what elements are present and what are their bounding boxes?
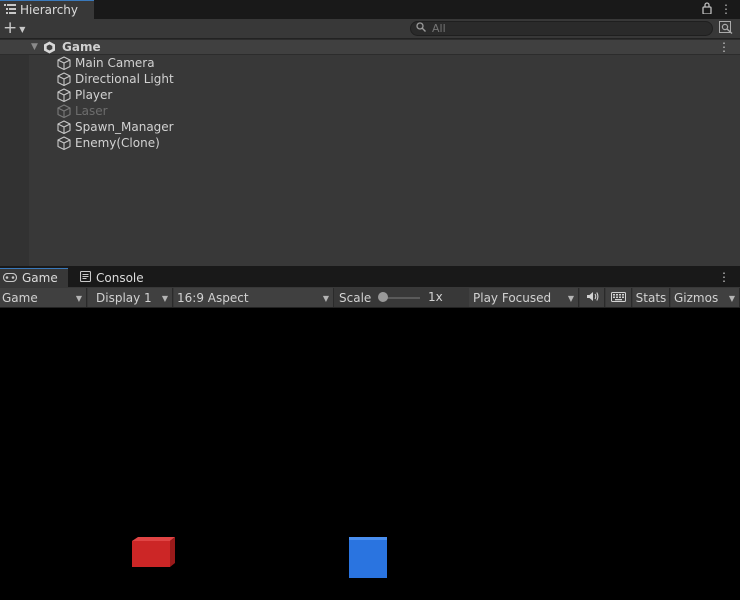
console-icon bbox=[79, 270, 92, 285]
more-options-icon[interactable]: ⋮ bbox=[720, 2, 732, 17]
hierarchy-item-label: Directional Light bbox=[75, 72, 174, 86]
hierarchy-item-laser[interactable]: Laser bbox=[57, 103, 108, 119]
hierarchy-content: ▼ Game ⋮ Main Camera Directional Light P… bbox=[0, 39, 740, 266]
chevron-down-icon: ▼ bbox=[728, 294, 735, 303]
hierarchy-item-label: Spawn_Manager bbox=[75, 120, 174, 134]
search-by-type-icon[interactable] bbox=[718, 21, 734, 36]
tab-game[interactable]: Game bbox=[0, 268, 68, 287]
gameobject-cube-icon bbox=[57, 136, 71, 151]
hierarchy-item-label: Enemy(Clone) bbox=[75, 136, 160, 150]
hierarchy-gutter bbox=[0, 39, 29, 266]
scene-menu-icon[interactable]: ⋮ bbox=[718, 40, 730, 54]
hierarchy-item-directional-light[interactable]: Directional Light bbox=[57, 71, 174, 87]
search-input[interactable] bbox=[432, 22, 682, 35]
hierarchy-search[interactable] bbox=[410, 21, 713, 36]
search-icon bbox=[416, 22, 426, 35]
view-mode-value: Game bbox=[2, 290, 38, 305]
gameobject-cube-icon bbox=[57, 104, 71, 119]
chevron-down-icon: ▼ bbox=[161, 294, 168, 303]
player-cube bbox=[349, 537, 387, 578]
display-value: Display 1 bbox=[96, 290, 152, 305]
tab-console[interactable]: Console bbox=[78, 268, 158, 287]
aspect-value: 16:9 Aspect bbox=[177, 290, 249, 305]
gizmos-label: Gizmos bbox=[674, 290, 719, 305]
hierarchy-item-enemy-clone[interactable]: Enemy(Clone) bbox=[57, 135, 160, 151]
lock-icon[interactable] bbox=[702, 2, 712, 17]
hierarchy-item-label: Laser bbox=[75, 104, 108, 118]
scale-value: 1x bbox=[428, 290, 443, 304]
more-options-icon[interactable]: ⋮ bbox=[718, 270, 730, 284]
view-mode-dropdown[interactable]: Game ▼ bbox=[0, 288, 87, 307]
hierarchy-list-icon bbox=[4, 3, 16, 17]
play-mode-value: Play Focused bbox=[473, 290, 552, 305]
scale-control: Scale 1x bbox=[336, 288, 468, 307]
plus-icon: + bbox=[3, 18, 18, 38]
play-mode-dropdown[interactable]: Play Focused ▼ bbox=[469, 288, 579, 307]
gameobject-cube-icon bbox=[57, 120, 71, 135]
chevron-down-icon: ▼ bbox=[567, 294, 574, 303]
game-tab-bar: Game Console ⋮ bbox=[0, 268, 740, 287]
chevron-down-icon: ▼ bbox=[75, 294, 82, 303]
hierarchy-item-label: Player bbox=[75, 88, 113, 102]
scene-name: Game bbox=[62, 40, 101, 54]
tab-game-label: Game bbox=[22, 271, 58, 285]
tab-console-label: Console bbox=[96, 270, 144, 285]
hierarchy-item-label: Main Camera bbox=[75, 56, 155, 70]
scale-slider-handle[interactable] bbox=[378, 292, 388, 302]
enemy-cube bbox=[132, 537, 175, 567]
unity-scene-icon bbox=[43, 41, 56, 58]
tab-hierarchy[interactable]: Hierarchy bbox=[0, 0, 94, 19]
aspect-dropdown[interactable]: 16:9 Aspect ▼ bbox=[174, 288, 334, 307]
stats-label: Stats bbox=[635, 290, 667, 305]
display-dropdown[interactable]: Display 1 ▼ bbox=[88, 288, 173, 307]
gameobject-cube-icon bbox=[57, 88, 71, 103]
hierarchy-item-spawn-manager[interactable]: Spawn_Manager bbox=[57, 119, 174, 135]
create-button[interactable]: + ▼ bbox=[3, 20, 31, 37]
game-viewport[interactable] bbox=[0, 309, 740, 600]
tab-hierarchy-label: Hierarchy bbox=[20, 3, 79, 17]
gamepad-icon bbox=[2, 271, 18, 285]
gameobject-cube-icon bbox=[57, 72, 71, 87]
chevron-down-icon: ▼ bbox=[322, 294, 329, 303]
speaker-icon bbox=[586, 291, 599, 305]
hierarchy-item-main-camera[interactable]: Main Camera bbox=[57, 55, 155, 71]
hierarchy-tab-bar: Hierarchy ⋮ bbox=[0, 0, 740, 19]
scene-header-row[interactable]: ▼ Game ⋮ bbox=[0, 39, 740, 55]
gameobject-cube-icon bbox=[57, 56, 71, 71]
mute-audio-button[interactable] bbox=[580, 288, 605, 307]
game-toolbar: Game ▼ Display 1 ▼ 16:9 Aspect ▼ Scale 1… bbox=[0, 287, 740, 308]
foldout-arrow-icon[interactable]: ▼ bbox=[31, 42, 38, 52]
hierarchy-item-player[interactable]: Player bbox=[57, 87, 112, 103]
hierarchy-toolbar: + ▼ bbox=[0, 19, 740, 39]
keyboard-icon bbox=[611, 291, 626, 305]
chevron-down-icon: ▼ bbox=[19, 25, 26, 34]
stats-button[interactable]: Stats bbox=[633, 288, 670, 307]
scale-label: Scale bbox=[339, 290, 372, 305]
gizmos-dropdown[interactable]: Gizmos ▼ bbox=[671, 288, 740, 307]
shortcuts-toggle-button[interactable] bbox=[606, 288, 632, 307]
